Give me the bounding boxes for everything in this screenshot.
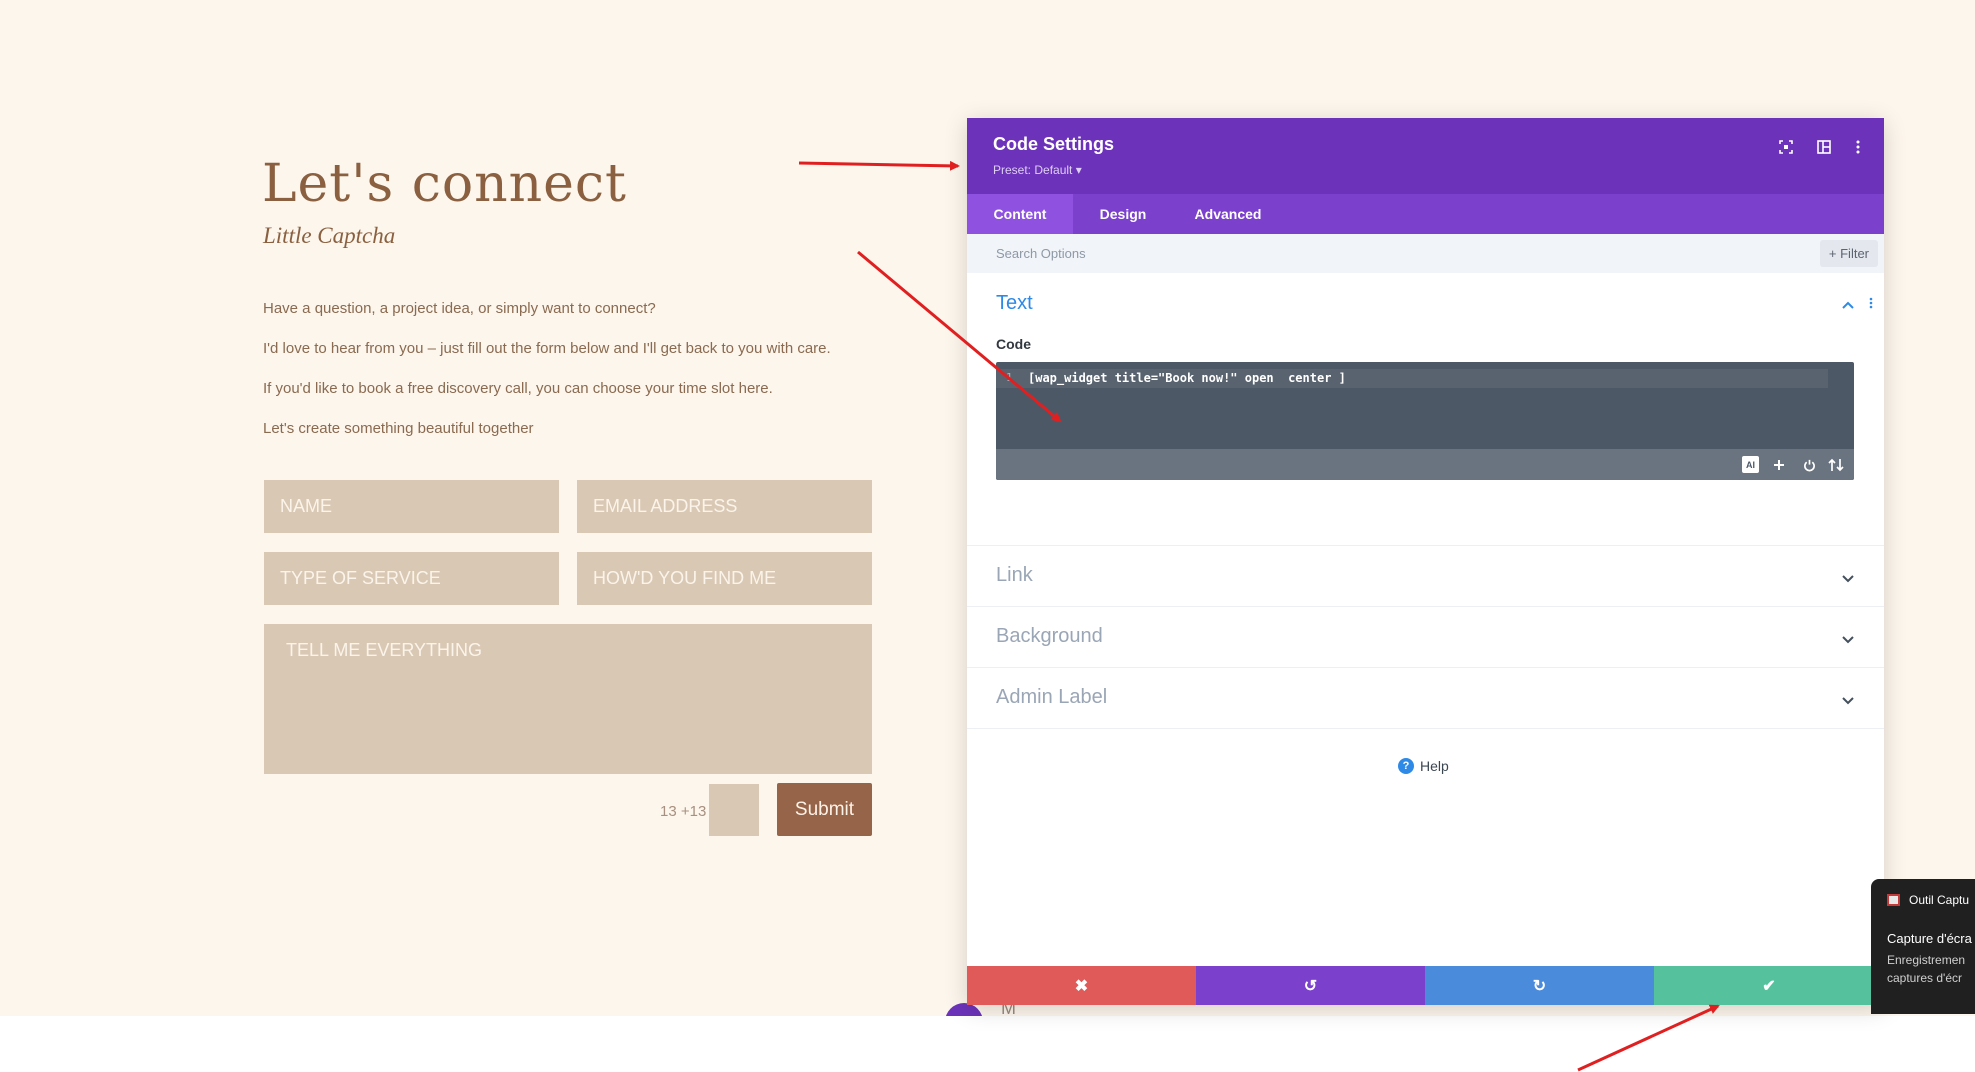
code-editor-toolbar: AI (996, 449, 1854, 480)
page-heading: Let's connect (262, 154, 627, 214)
power-icon[interactable] (1799, 455, 1819, 475)
split-view-icon[interactable] (1813, 136, 1835, 158)
toast-body: Enregistremen captures d'écr (1887, 951, 1965, 987)
intro-paragraph-4: Let's create something beautiful togethe… (263, 420, 534, 437)
chevron-up-icon[interactable] (1842, 296, 1854, 313)
help-icon: ? (1398, 758, 1414, 774)
undo-button[interactable]: ↺ (1196, 966, 1425, 1005)
code-editor[interactable]: 1 [wap_widget title="Book now!" open cen… (996, 362, 1854, 480)
section-menu-icon[interactable] (1869, 296, 1873, 313)
section-admin-label-title[interactable]: Admin Label (996, 686, 1107, 709)
save-button[interactable]: ✔ (1654, 966, 1884, 1005)
line-number: 1 (1006, 371, 1013, 384)
plus-icon[interactable] (1769, 455, 1789, 475)
cancel-button[interactable]: ✖ (967, 966, 1196, 1005)
panel-tabs: Content Design Advanced (967, 194, 1884, 234)
sort-icon[interactable] (1826, 455, 1846, 475)
intro-paragraph-3: If you'd like to book a free discovery c… (263, 380, 773, 397)
captcha-input[interactable] (709, 784, 759, 836)
section-background-title[interactable]: Background (996, 625, 1103, 648)
snipping-tool-icon (1887, 894, 1900, 906)
intro-paragraph-1: Have a question, a project idea, or simp… (263, 300, 656, 317)
panel-header: Code Settings Preset: Default ▾ (967, 118, 1884, 194)
section-divider (967, 728, 1884, 729)
chevron-down-icon[interactable] (1842, 570, 1854, 587)
tab-advanced[interactable]: Advanced (1173, 194, 1283, 234)
filter-button[interactable]: + Filter (1819, 240, 1878, 267)
search-options-bar: Search Options + Filter (967, 234, 1884, 273)
submit-button[interactable]: Submit (777, 783, 872, 836)
panel-action-bar: ✖ ↺ ↻ ✔ (967, 966, 1884, 1005)
tab-content[interactable]: Content (967, 194, 1073, 234)
preset-dropdown[interactable]: Preset: Default ▾ (993, 163, 1082, 177)
service-type-field[interactable]: TYPE OF SERVICE (264, 552, 559, 605)
section-divider (967, 545, 1884, 546)
ai-icon[interactable]: AI (1742, 456, 1759, 473)
snipping-tool-notification[interactable]: Outil Captu Capture d'écra Enregistremen… (1871, 879, 1975, 1014)
email-field[interactable]: EMAIL ADDRESS (577, 480, 872, 533)
page-subheading: Little Captcha (263, 223, 396, 248)
message-textarea[interactable]: TELL ME EVERYTHING (264, 624, 872, 774)
toast-body-line-1: Enregistremen (1887, 953, 1966, 967)
section-link-title[interactable]: Link (996, 564, 1033, 587)
kebab-menu-icon[interactable] (1847, 136, 1869, 158)
tab-design[interactable]: Design (1073, 194, 1173, 234)
search-input[interactable]: Search Options (996, 246, 1086, 261)
help-label: Help (1420, 758, 1449, 774)
chevron-down-icon[interactable] (1842, 631, 1854, 648)
toast-title: Capture d'écra (1887, 931, 1972, 946)
focus-icon[interactable] (1775, 136, 1797, 158)
section-divider (967, 606, 1884, 607)
toast-app-name: Outil Captu (1909, 893, 1970, 907)
code-settings-panel: Code Settings Preset: Default ▾ Content … (967, 118, 1884, 1005)
panel-title: Code Settings (993, 134, 1115, 154)
code-content[interactable]: [wap_widget title="Book now!" open cente… (1028, 371, 1346, 385)
intro-paragraph-2: I'd love to hear from you – just fill ou… (263, 340, 831, 357)
section-text-title[interactable]: Text (996, 292, 1033, 315)
name-field[interactable]: NAME (264, 480, 559, 533)
code-field-label: Code (996, 336, 1031, 352)
toast-body-line-2: captures d'écr (1887, 971, 1962, 985)
help-link[interactable]: ? Help (1398, 758, 1449, 774)
chevron-down-icon[interactable] (1842, 692, 1854, 709)
redo-button[interactable]: ↻ (1425, 966, 1654, 1005)
section-divider (967, 667, 1884, 668)
referral-field[interactable]: HOW'D YOU FIND ME (577, 552, 872, 605)
